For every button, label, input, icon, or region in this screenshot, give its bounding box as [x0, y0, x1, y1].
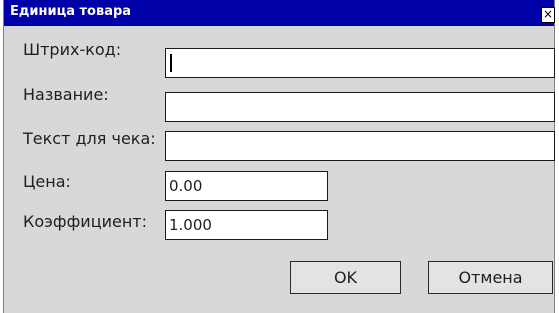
coefficient-input[interactable] — [165, 210, 328, 240]
title-bar: Единица товара × — [4, 0, 555, 26]
ok-button[interactable]: OK — [290, 261, 401, 294]
price-input[interactable] — [165, 171, 328, 201]
receipt-text-input[interactable] — [165, 131, 555, 161]
receipt-text-label: Текст для чека: — [23, 129, 156, 148]
name-input[interactable] — [165, 92, 555, 122]
close-icon: × — [542, 7, 554, 21]
barcode-label: Штрих-код: — [23, 40, 122, 59]
close-button[interactable]: × — [541, 7, 555, 23]
product-unit-dialog: Единица товара × Штрих-код: Название: Те… — [3, 0, 555, 313]
price-label: Цена: — [23, 172, 71, 191]
barcode-input[interactable] — [165, 48, 555, 78]
text-cursor — [170, 54, 172, 72]
name-label: Название: — [23, 85, 109, 104]
coefficient-label: Коэффициент: — [23, 212, 147, 231]
window-title: Единица товара — [10, 4, 132, 19]
cancel-button[interactable]: Отмена — [428, 261, 553, 294]
